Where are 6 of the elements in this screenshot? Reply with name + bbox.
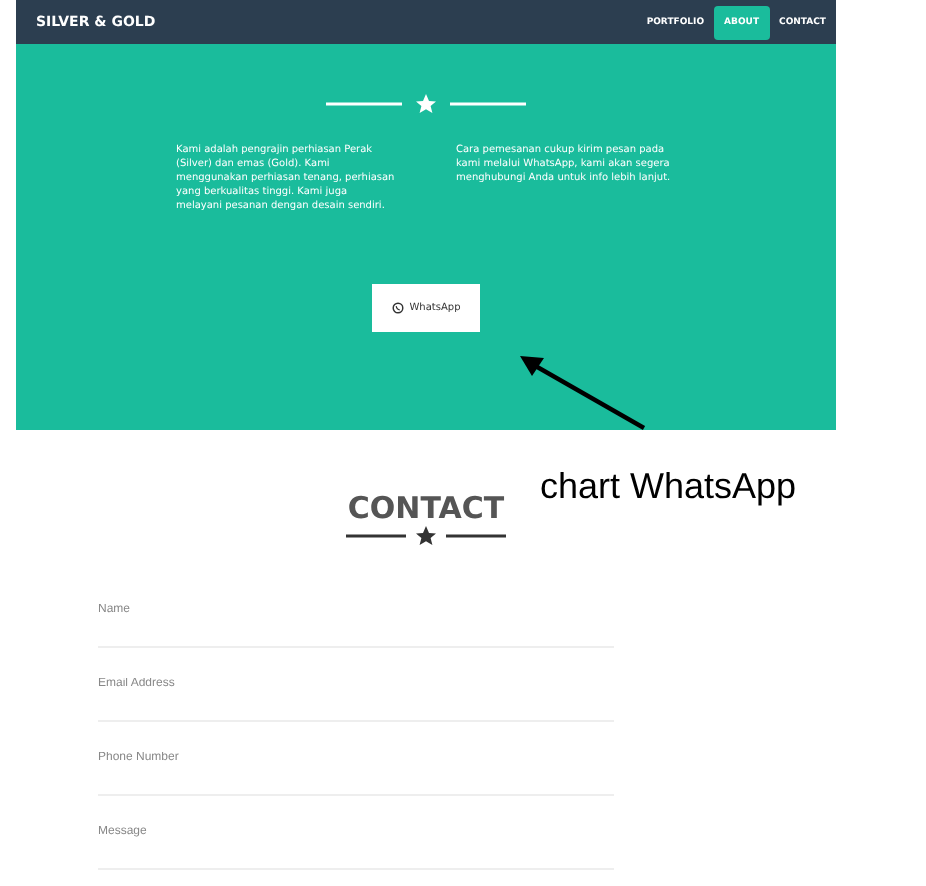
arrow-icon — [516, 352, 648, 432]
phone-bubble-icon — [391, 302, 404, 314]
star-divider-icon — [346, 526, 506, 546]
star-divider-icon — [326, 94, 526, 114]
annotation-label: chart WhatsApp — [540, 466, 797, 508]
section-title: CONTACT — [347, 490, 505, 526]
